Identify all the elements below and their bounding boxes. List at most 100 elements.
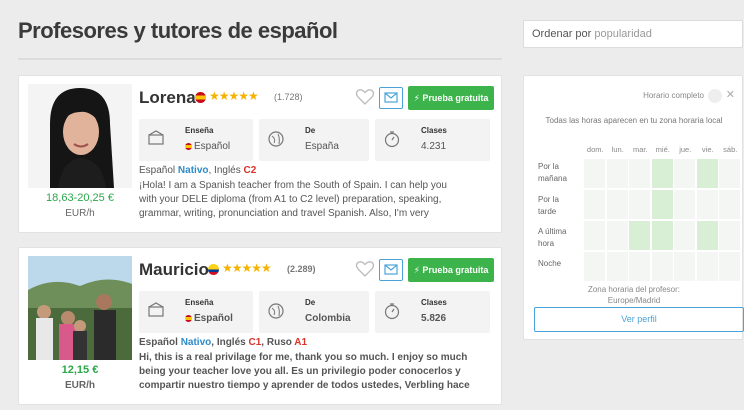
stopwatch-icon <box>384 131 400 148</box>
availability-cell <box>719 190 740 219</box>
languages-spoken: Español Nativo, Inglés C2 <box>139 165 257 176</box>
review-count: (1.728) <box>274 92 303 102</box>
stat-label: De <box>305 126 316 135</box>
teacher-description: ¡Hola! I am a Spanish teacher from the S… <box>139 180 447 219</box>
stat-classes: Clases 4.231 <box>375 119 490 161</box>
time-slot-label: Noche <box>538 259 562 268</box>
teacher-photo[interactable] <box>28 84 132 188</box>
sort-value: popularidad <box>594 28 652 40</box>
title-divider <box>18 58 502 60</box>
teacher-timezone: Zona horaria del profesor: Europe/Madrid <box>587 285 681 305</box>
message-button[interactable] <box>379 87 403 109</box>
weekday-label: dom. <box>586 145 604 154</box>
availability-cell <box>629 159 650 188</box>
time-slot-label: Por la mañana <box>538 162 567 183</box>
availability-cell <box>584 221 605 250</box>
weekday-label: mar. <box>632 145 648 154</box>
page-title: Profesores y tutores de español <box>18 18 338 43</box>
view-profile-button[interactable]: Ver perfil <box>534 307 744 332</box>
teacher-name[interactable]: Lorena <box>139 88 196 108</box>
availability-cell <box>651 190 673 219</box>
sort-dropdown[interactable]: Ordenar por popularidad <box>523 20 743 48</box>
availability-cell <box>651 159 673 188</box>
colombia-flag-icon <box>208 264 219 275</box>
availability-cell <box>696 190 718 219</box>
weekday-label: sáb. <box>723 145 738 154</box>
price-unit: EUR/h <box>65 208 95 219</box>
time-slot-label: Por la tarde <box>538 195 559 216</box>
stat-label: Enseña <box>185 298 214 307</box>
sort-prefix: Ordenar por <box>532 28 592 40</box>
availability-cell <box>584 190 605 219</box>
price: 12,15 € <box>61 364 99 376</box>
availability-cell <box>629 252 650 281</box>
stat-label: Clases <box>421 126 447 135</box>
price-unit: EUR/h <box>65 380 95 391</box>
stat-teaches: Enseña Español <box>139 291 253 333</box>
envelope-icon <box>384 92 398 103</box>
free-trial-button[interactable]: ⚡ Prueba gratuita <box>408 258 494 282</box>
rating-stars: ★★★★★ <box>222 261 272 275</box>
availability-cell <box>651 221 673 250</box>
time-slot-label: A última hora <box>538 227 567 248</box>
availability-cell <box>651 252 673 281</box>
stat-value: Español <box>194 313 233 324</box>
close-icon[interactable]: ✕ <box>726 88 735 101</box>
weekday-header: dom. lun. mar. mié. jue. vie. sáb. <box>584 145 742 154</box>
availability-cell <box>629 190 650 219</box>
availability-cell <box>674 190 695 219</box>
stat-value: Español <box>194 141 231 152</box>
availability-cell <box>719 221 740 250</box>
weekday-label: jue. <box>679 145 692 154</box>
review-count: (2.289) <box>287 264 316 274</box>
availability-cell <box>606 252 628 281</box>
globe-icon <box>268 303 284 319</box>
languages-spoken: Español Nativo, Inglés C1, Ruso A1 <box>139 337 308 348</box>
teacher-description: Hi, this is a real privilage for me, tha… <box>139 352 470 391</box>
weekday-label: lun. <box>611 145 624 154</box>
stat-value: 4.231 <box>421 141 447 152</box>
heart-icon[interactable] <box>355 259 375 279</box>
teacher-photo[interactable] <box>28 256 132 360</box>
stat-label: De <box>305 298 316 307</box>
spain-flag-icon <box>195 92 206 103</box>
availability-cell <box>719 159 740 188</box>
envelope-icon <box>384 264 398 275</box>
availability-cell <box>674 252 695 281</box>
weekday-label: mié. <box>655 145 670 154</box>
availability-cell <box>696 159 718 188</box>
stat-classes: Clases 5.826 <box>375 291 490 333</box>
stat-from: De España <box>259 119 369 161</box>
teacher-card-lorena[interactable]: 18,63-20,25 € EUR/h Lorena ★★★★★ (1.728)… <box>18 75 502 233</box>
message-button[interactable] <box>379 259 403 281</box>
globe-icon <box>268 131 284 147</box>
availability-cell <box>674 221 695 250</box>
weekday-label: vie. <box>701 145 714 154</box>
heart-icon[interactable] <box>355 87 375 107</box>
stopwatch-icon <box>384 303 400 320</box>
availability-panel: Horario completo ✕ Todas las horas apare… <box>523 75 744 340</box>
stat-from: De Colombia <box>259 291 369 333</box>
availability-cell <box>629 221 650 250</box>
teach-icon <box>148 302 164 317</box>
full-schedule-label: Horario completo <box>643 91 704 100</box>
teacher-card-mauricio[interactable]: 12,15 € EUR/h Mauricio ★★★★★ (2.289) ⚡ P… <box>18 247 502 405</box>
teacher-name[interactable]: Mauricio <box>139 260 209 280</box>
free-trial-button[interactable]: ⚡ Prueba gratuita <box>408 86 494 110</box>
availability-cell <box>606 190 628 219</box>
availability-cell <box>584 159 605 188</box>
stat-label: Clases <box>421 298 447 307</box>
spain-flag-icon <box>185 142 192 150</box>
price: 18,63-20,25 € <box>46 192 114 204</box>
timezone-note: Todas las horas aparecen en tu zona hora… <box>545 116 723 125</box>
stat-value: Colombia <box>305 313 351 324</box>
spain-flag-icon <box>185 314 192 322</box>
availability-cell <box>584 252 605 281</box>
availability-cell <box>606 221 628 250</box>
availability-cell <box>719 252 740 281</box>
rating-stars: ★★★★★ <box>209 89 259 103</box>
stat-label: Enseña <box>185 126 214 135</box>
full-schedule-toggle[interactable] <box>708 89 722 103</box>
availability-cell <box>674 159 695 188</box>
availability-cell <box>696 221 718 250</box>
